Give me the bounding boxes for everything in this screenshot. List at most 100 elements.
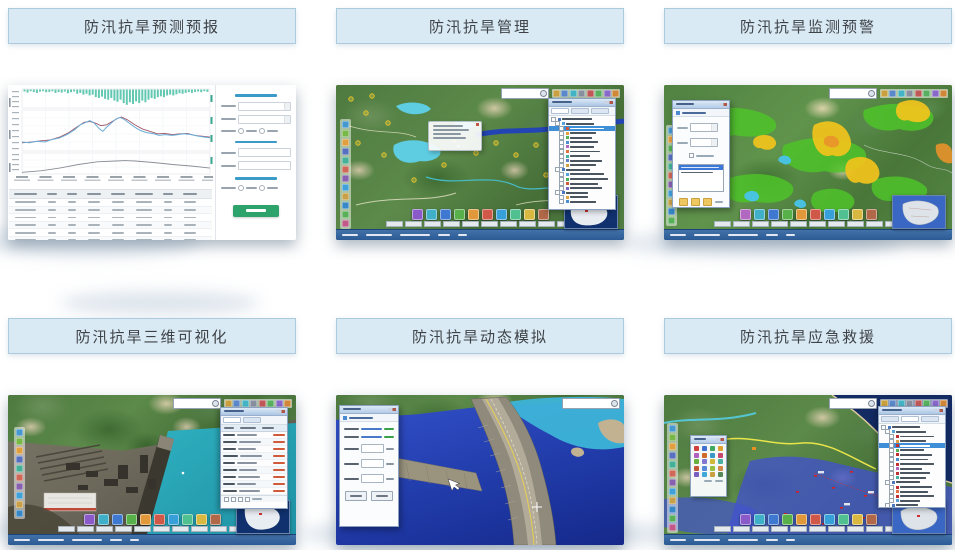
result-listbox[interactable] bbox=[678, 164, 724, 192]
tool-icon[interactable] bbox=[561, 90, 568, 97]
tool-icon[interactable] bbox=[342, 220, 349, 227]
checkbox[interactable] bbox=[689, 153, 694, 158]
tool-icon[interactable] bbox=[16, 447, 23, 454]
records-panel[interactable] bbox=[220, 407, 288, 509]
tool-icon[interactable] bbox=[668, 217, 675, 224]
tool-icon[interactable] bbox=[570, 90, 577, 97]
banner-rescue[interactable]: 防汛抗旱应急救援 bbox=[664, 318, 952, 354]
map-search-input[interactable] bbox=[829, 398, 877, 409]
panel-titlebar[interactable] bbox=[879, 407, 945, 415]
tool-icon[interactable] bbox=[669, 488, 676, 495]
tool-icon[interactable] bbox=[225, 400, 232, 407]
input-field[interactable] bbox=[238, 161, 291, 170]
dock-icon[interactable] bbox=[782, 209, 793, 220]
tool-icon[interactable] bbox=[669, 452, 676, 459]
record-row[interactable] bbox=[221, 453, 287, 460]
tool-icon[interactable] bbox=[932, 90, 939, 97]
table-row[interactable] bbox=[9, 237, 212, 240]
palette-titlebar[interactable] bbox=[691, 436, 726, 444]
tool-icon[interactable] bbox=[669, 461, 676, 468]
monitoring-screenshot[interactable] bbox=[664, 85, 952, 240]
tool-icon[interactable] bbox=[604, 90, 611, 97]
tool-icon[interactable] bbox=[587, 90, 594, 97]
map-search-input[interactable] bbox=[501, 88, 549, 99]
bottom-dock[interactable] bbox=[386, 209, 574, 228]
tool-icon[interactable] bbox=[259, 400, 266, 407]
tool-icon[interactable] bbox=[342, 157, 349, 164]
tool-icon[interactable] bbox=[16, 501, 23, 508]
palette-icon[interactable] bbox=[702, 466, 707, 471]
tool-icon[interactable] bbox=[342, 139, 349, 146]
panel-titlebar[interactable] bbox=[549, 99, 615, 107]
tool-icon[interactable] bbox=[16, 429, 23, 436]
dock-icon[interactable] bbox=[412, 209, 423, 220]
tool-icon[interactable] bbox=[16, 492, 23, 499]
tool-icon[interactable] bbox=[342, 175, 349, 182]
layer-tree-item[interactable] bbox=[549, 200, 615, 205]
dock-icon[interactable] bbox=[740, 209, 751, 220]
tool-icon[interactable] bbox=[16, 510, 23, 517]
palette-icon[interactable] bbox=[718, 472, 723, 477]
tool-icon[interactable] bbox=[889, 90, 896, 97]
dialog-tab[interactable] bbox=[340, 414, 398, 422]
palette-icon[interactable] bbox=[710, 472, 715, 477]
dock-icon[interactable] bbox=[182, 514, 193, 525]
tab[interactable] bbox=[223, 417, 241, 423]
record-row[interactable] bbox=[221, 481, 287, 488]
detail-link[interactable] bbox=[273, 490, 285, 492]
palette-icon[interactable] bbox=[710, 466, 715, 471]
dock-icon[interactable] bbox=[524, 209, 535, 220]
palette-icon[interactable] bbox=[702, 459, 707, 464]
tool-icon[interactable] bbox=[342, 130, 349, 137]
tool-icon[interactable] bbox=[669, 434, 676, 441]
bottom-dock[interactable] bbox=[714, 209, 902, 228]
dock-icon[interactable] bbox=[852, 209, 863, 220]
simulation-screenshot[interactable] bbox=[336, 395, 624, 545]
input-field[interactable] bbox=[238, 148, 291, 157]
palette-icon[interactable] bbox=[718, 453, 723, 458]
detail-link[interactable] bbox=[273, 434, 285, 436]
tool-icon[interactable] bbox=[669, 479, 676, 486]
record-row[interactable] bbox=[221, 432, 287, 439]
tool-icon[interactable] bbox=[668, 208, 675, 215]
table-row[interactable] bbox=[9, 199, 212, 207]
value-input[interactable] bbox=[361, 444, 384, 453]
dock-icon[interactable] bbox=[140, 514, 151, 525]
bottom-dock[interactable] bbox=[714, 514, 902, 533]
left-tool-strip[interactable] bbox=[667, 423, 678, 533]
tool-icon[interactable] bbox=[267, 400, 274, 407]
map-toolbar-icons[interactable] bbox=[552, 89, 621, 98]
tool-icon[interactable] bbox=[923, 90, 930, 97]
dock-icon[interactable] bbox=[126, 514, 137, 525]
record-row[interactable] bbox=[221, 460, 287, 467]
tool-button[interactable] bbox=[679, 198, 688, 206]
palette-icon[interactable] bbox=[702, 446, 707, 451]
palette-icon[interactable] bbox=[710, 459, 715, 464]
tool-icon[interactable] bbox=[16, 456, 23, 463]
tool-icon[interactable] bbox=[242, 400, 249, 407]
tool-icon[interactable] bbox=[669, 470, 676, 477]
tool-icon[interactable] bbox=[669, 443, 676, 450]
tab[interactable] bbox=[591, 108, 609, 114]
drought-query-dialog[interactable] bbox=[672, 100, 730, 208]
tool-button[interactable] bbox=[703, 198, 712, 206]
pager-button[interactable] bbox=[231, 497, 236, 502]
layer-tree[interactable] bbox=[879, 424, 945, 509]
dock-icon[interactable] bbox=[810, 209, 821, 220]
dock-icon[interactable] bbox=[740, 514, 751, 525]
dock-icon[interactable] bbox=[824, 514, 835, 525]
tool-icon[interactable] bbox=[342, 148, 349, 155]
records-table[interactable] bbox=[221, 425, 287, 502]
select-field[interactable] bbox=[238, 102, 291, 111]
tool-icon[interactable] bbox=[612, 90, 619, 97]
map-search-input[interactable] bbox=[173, 398, 221, 409]
tool-icon[interactable] bbox=[940, 90, 947, 97]
list-item[interactable] bbox=[679, 170, 723, 175]
dock-icon[interactable] bbox=[852, 514, 863, 525]
tab[interactable] bbox=[921, 416, 939, 422]
dock-icon[interactable] bbox=[782, 514, 793, 525]
palette-icon[interactable] bbox=[702, 453, 707, 458]
resource-palette[interactable] bbox=[690, 435, 727, 497]
dock-icon[interactable] bbox=[510, 209, 521, 220]
palette-icon[interactable] bbox=[694, 466, 699, 471]
